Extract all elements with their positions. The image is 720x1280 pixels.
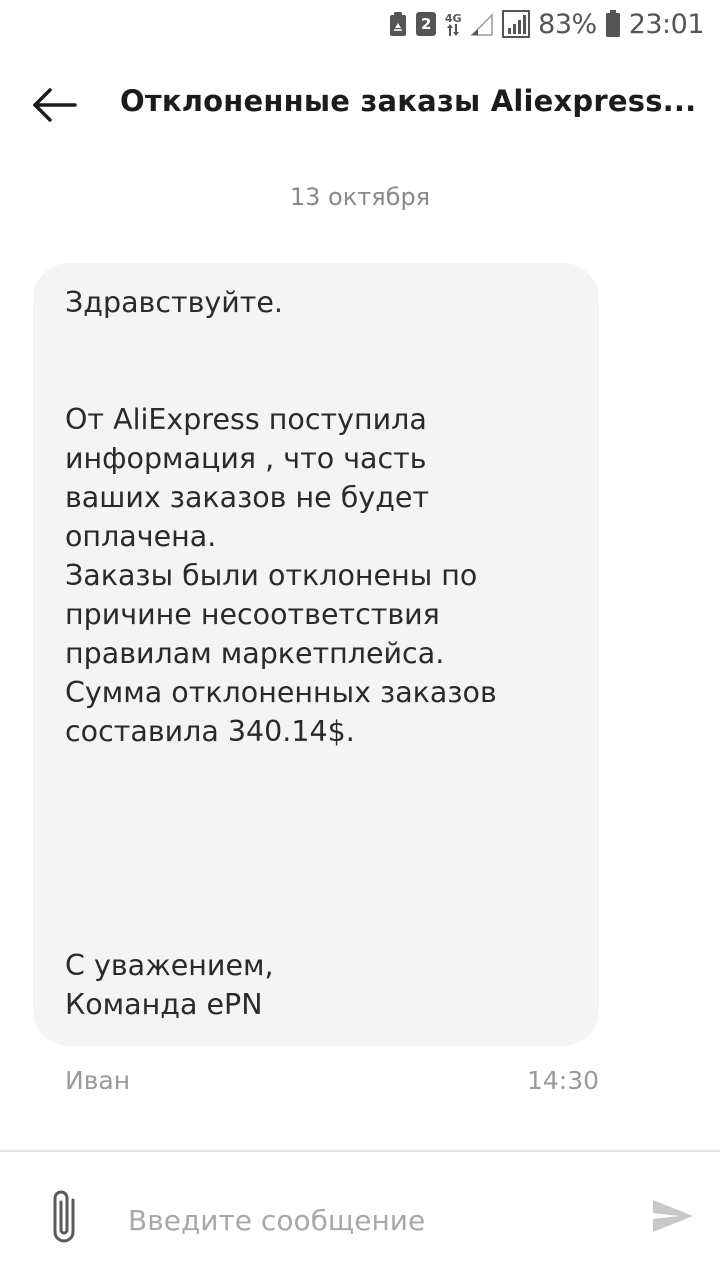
battery-percent: 83% — [538, 8, 597, 40]
composer-divider — [0, 1150, 720, 1152]
message-input[interactable] — [128, 1192, 618, 1248]
message-line: Сумма отклоненных заказов — [65, 676, 497, 709]
message-body: От AliExpress поступила информация , что… — [65, 400, 573, 751]
signal-strength-icon-2 — [502, 10, 531, 38]
clock: 23:01 — [628, 8, 705, 40]
back-button[interactable] — [30, 82, 80, 128]
attach-button[interactable] — [40, 1182, 90, 1252]
message-line: С уважением, — [65, 949, 274, 982]
battery-icon — [605, 10, 621, 38]
arrow-left-icon — [33, 88, 77, 122]
status-bar: 2 4G 83% 23:01 — [0, 0, 720, 48]
message-signature: С уважением, Команда ePN — [65, 946, 573, 1024]
message-line: Здравствуйте. — [65, 286, 283, 319]
network-type-label: 4G — [444, 11, 462, 25]
network-type-indicator: 4G — [444, 13, 462, 36]
message-line: причине несоответствия — [65, 598, 440, 631]
status-icons: 2 4G 83% 23:01 — [388, 6, 705, 42]
paperclip-icon — [53, 1190, 75, 1243]
send-icon — [653, 1200, 693, 1232]
message-greeting: Здравствуйте. — [65, 283, 573, 322]
chat-title: Отклоненные заказы Aliexpress... — [120, 84, 697, 118]
date-separator: 13 октября — [289, 183, 431, 211]
recycle-notification-icon — [388, 11, 408, 37]
message-line: составила 340.14$. — [65, 715, 355, 748]
signal-strength-icon-1 — [470, 11, 494, 37]
send-button[interactable] — [648, 1196, 698, 1236]
message-line: оплачена. — [65, 520, 217, 553]
message-line: Команда ePN — [65, 988, 263, 1021]
message-line: ваших заказов не будет — [65, 481, 430, 514]
app-bar: Отклоненные заказы Aliexpress... — [0, 62, 720, 150]
message-line: Заказы были отклонены по — [65, 559, 478, 592]
data-arrows-icon — [447, 23, 460, 36]
message-line: информация , что часть — [65, 442, 427, 475]
message-sender: Иван — [65, 1066, 131, 1095]
message-time: 14:30 — [526, 1066, 599, 1095]
message-bubble[interactable]: Здравствуйте. От AliExpress поступила ин… — [33, 263, 599, 1046]
message-line: От AliExpress поступила — [65, 403, 427, 436]
message-line: правилам маркетплейса. — [65, 637, 445, 670]
sim-slot-badge: 2 — [416, 12, 437, 36]
